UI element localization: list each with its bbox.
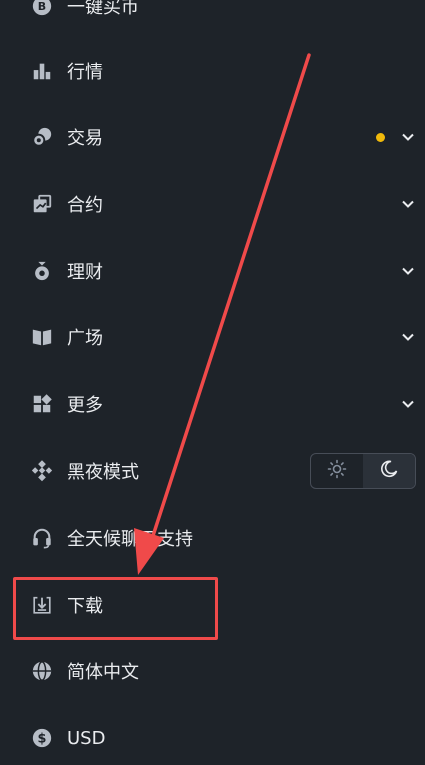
menu-label-language: 简体中文 <box>67 662 139 683</box>
menu-item-trade[interactable]: 交易 <box>0 117 425 157</box>
chevron-down-icon[interactable] <box>401 130 415 144</box>
menu-item-buy-crypto[interactable]: B 一键买币 <box>0 0 425 26</box>
book-icon <box>30 325 54 349</box>
download-icon <box>30 593 54 617</box>
bar-chart-icon <box>30 59 54 83</box>
globe-icon <box>30 659 54 683</box>
dollar-coin-icon: $ <box>30 726 54 750</box>
menu-label-buy-crypto: 一键买币 <box>67 0 139 18</box>
moon-icon <box>379 459 399 483</box>
menu-label-trade: 交易 <box>67 128 103 149</box>
menu-item-language[interactable]: 简体中文 <box>0 651 425 691</box>
menu-label-dark-mode: 黑夜模式 <box>67 462 139 483</box>
menu-label-more: 更多 <box>67 395 103 416</box>
menu-label-earn: 理财 <box>67 262 103 283</box>
futures-icon <box>30 192 54 216</box>
grid-icon <box>30 392 54 416</box>
bitcoin-coin-icon: B <box>30 0 54 18</box>
light-theme-option[interactable] <box>311 454 363 488</box>
menu-item-more[interactable]: 更多 <box>0 384 425 424</box>
menu-label-markets: 行情 <box>67 62 103 83</box>
menu-item-earn[interactable]: 理财 <box>0 251 425 291</box>
menu-item-support[interactable]: 全天候聊天支持 <box>0 518 425 558</box>
chevron-down-icon[interactable] <box>401 197 415 211</box>
menu-item-download[interactable]: 下载 <box>0 585 425 625</box>
menu-label-download: 下载 <box>67 596 103 617</box>
theme-toggle[interactable] <box>310 453 416 489</box>
menu-label-square: 广场 <box>67 328 103 349</box>
notification-dot <box>376 132 385 142</box>
menu-label-currency: USD <box>67 727 106 749</box>
binance-logo-icon <box>30 459 54 483</box>
menu-label-support: 全天候聊天支持 <box>67 529 193 550</box>
svg-text:B: B <box>38 0 46 13</box>
money-bag-icon <box>30 259 54 283</box>
menu-label-futures: 合约 <box>67 195 103 216</box>
chevron-down-icon[interactable] <box>401 330 415 344</box>
svg-text:$: $ <box>38 731 47 746</box>
sun-icon <box>327 459 347 483</box>
menu-item-futures[interactable]: 合约 <box>0 184 425 224</box>
menu-item-square[interactable]: 广场 <box>0 317 425 357</box>
coins-icon <box>30 125 54 149</box>
dark-theme-option[interactable] <box>363 454 415 488</box>
menu-item-currency[interactable]: $ USD <box>0 718 425 758</box>
chevron-down-icon[interactable] <box>401 397 415 411</box>
headset-icon <box>30 526 54 550</box>
menu-item-markets[interactable]: 行情 <box>0 51 425 91</box>
chevron-down-icon[interactable] <box>401 264 415 278</box>
